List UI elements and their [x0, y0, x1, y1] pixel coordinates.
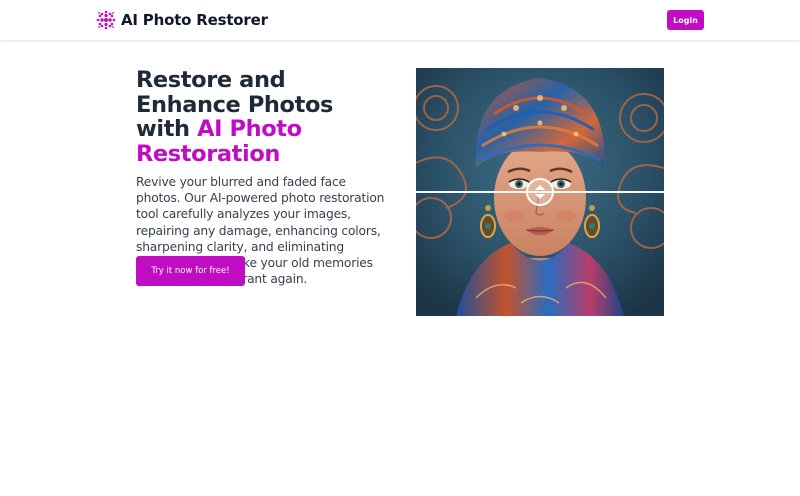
dot-grid-logo-icon — [96, 10, 116, 30]
try-free-button[interactable]: Try it now for free! — [136, 256, 245, 286]
comparison-handle[interactable] — [526, 178, 554, 206]
before-after-image-comparison[interactable] — [416, 68, 664, 316]
up-down-arrows-icon — [535, 185, 545, 199]
site-header: AI Photo Restorer Login — [0, 0, 800, 40]
hero-title: Restore and Enhance Photos with AI Photo… — [136, 68, 391, 166]
brand-name: AI Photo Restorer — [121, 11, 268, 29]
hero-text: Restore and Enhance Photos with AI Photo… — [136, 68, 391, 287]
brand[interactable]: AI Photo Restorer — [96, 10, 268, 30]
login-button[interactable]: Login — [667, 10, 704, 30]
